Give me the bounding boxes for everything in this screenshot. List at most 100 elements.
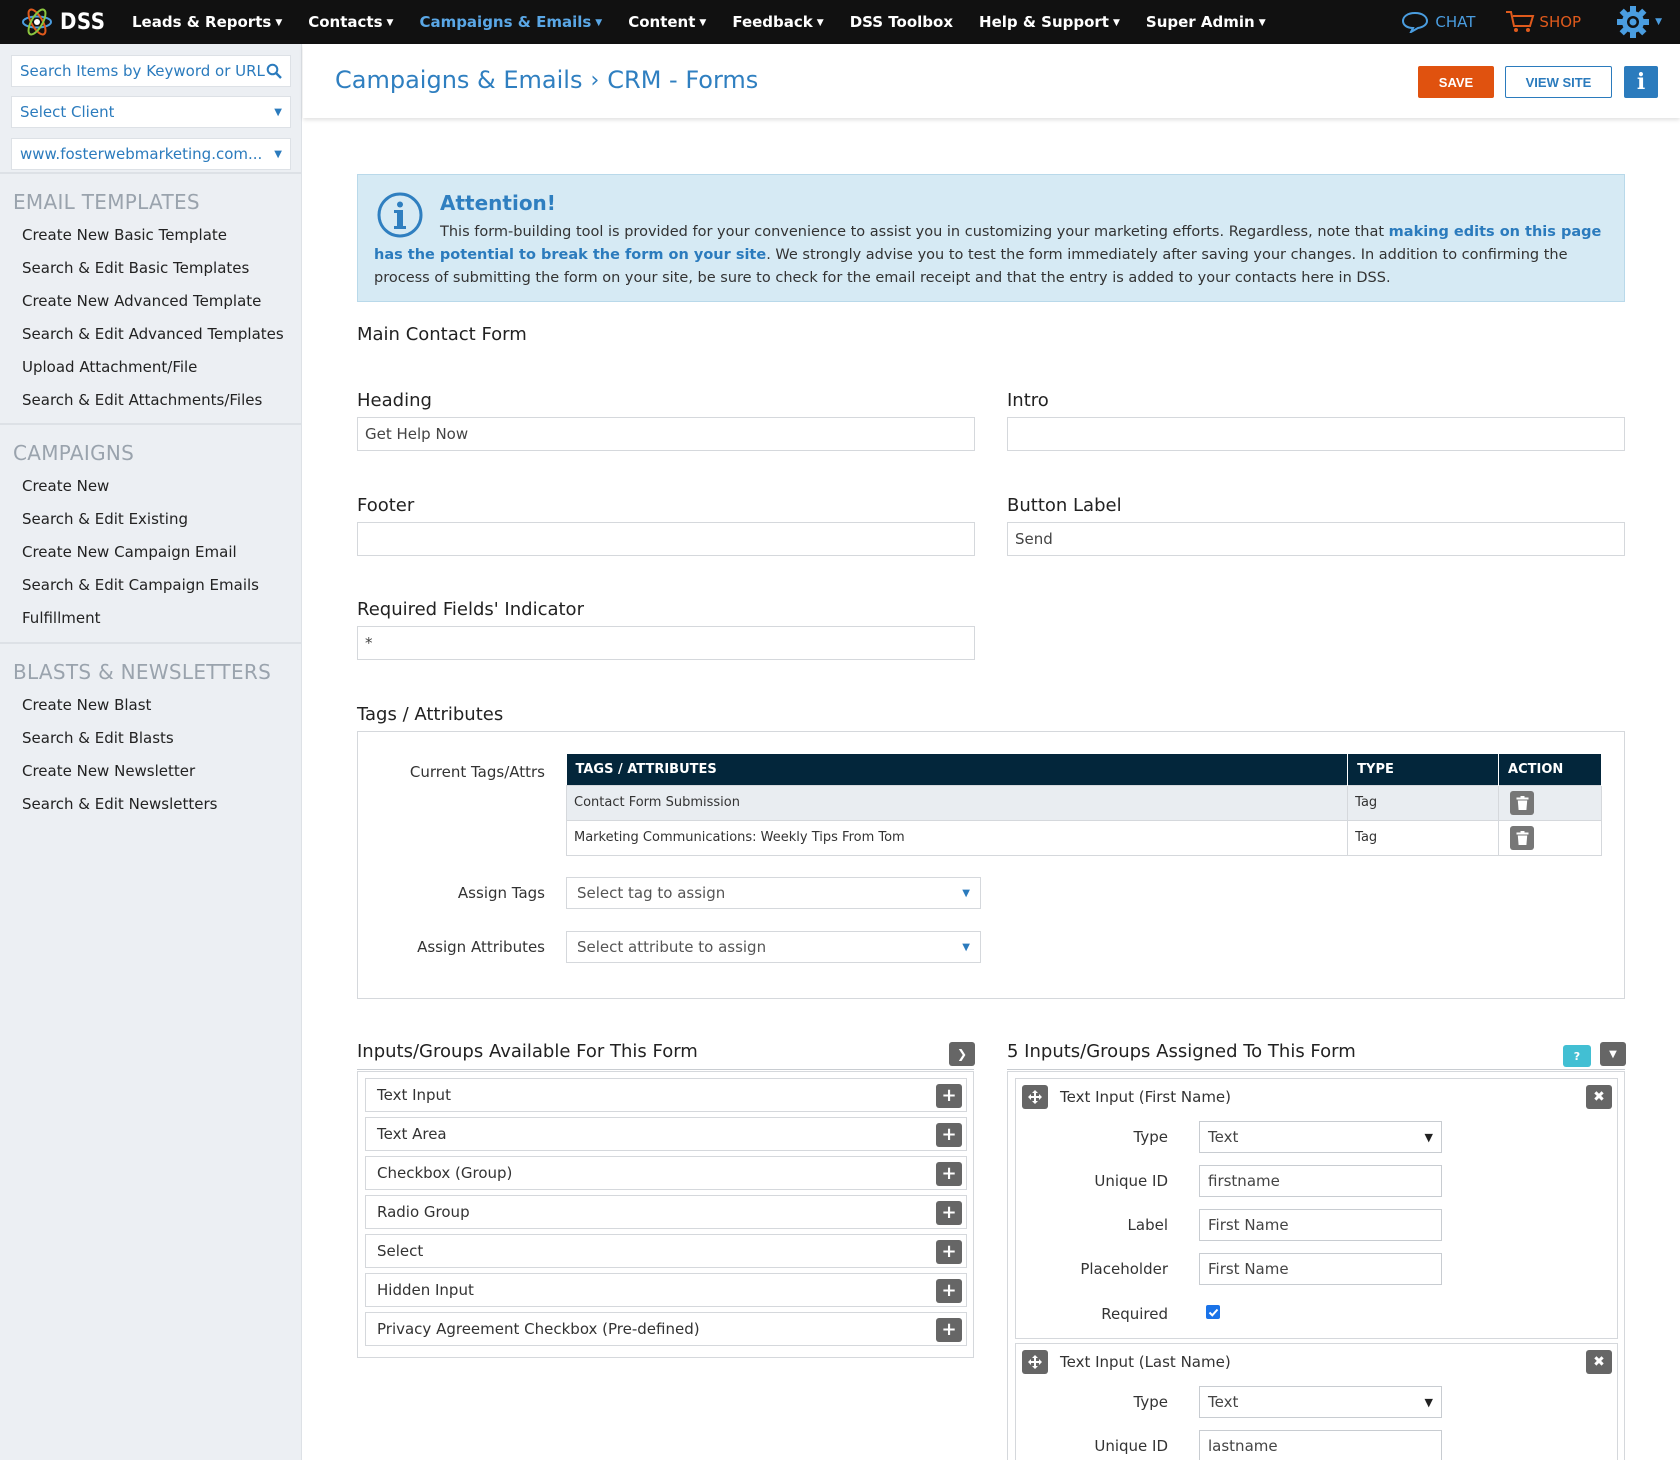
attention-alert: Attention! This form-building tool is pr… (357, 174, 1625, 302)
save-button[interactable]: SAVE (1418, 66, 1494, 98)
add-input-button[interactable]: + (936, 1240, 962, 1264)
type-label: Type (1133, 1128, 1168, 1146)
assign-attributes-label: Assign Attributes (417, 938, 545, 956)
sidebar-link[interactable]: Create New Basic Template (22, 226, 227, 244)
top-nav: DSS Leads & Reports ▼ Contacts ▼ Campaigns &… (0, 0, 1680, 44)
nav-menu-item[interactable]: Leads & Reports ▼ (132, 13, 282, 31)
assign-tags-placeholder: Select tag to assign (577, 884, 726, 902)
available-input-label: Text Area (377, 1125, 447, 1143)
sidebar-link[interactable]: Upload Attachment/File (22, 358, 197, 376)
sidebar-link[interactable]: Search & Edit Advanced Templates (22, 325, 284, 343)
shop-button[interactable]: SHOP (1505, 10, 1581, 34)
nav-menu-item[interactable]: Super Admin ▼ (1146, 13, 1266, 31)
view-site-button[interactable]: VIEW SITE (1505, 66, 1612, 98)
column-header: TYPE (1347, 754, 1500, 785)
add-input-button[interactable]: + (936, 1201, 962, 1225)
available-input-item: Privacy Agreement Checkbox (Pre-defined)… (365, 1312, 967, 1346)
drag-handle[interactable] (1022, 1350, 1048, 1374)
help-button[interactable]: ? (1563, 1045, 1591, 1067)
type-select[interactable]: Text ▼ (1199, 1121, 1442, 1153)
sidebar-link[interactable]: Search & Edit Newsletters (22, 795, 217, 813)
assign-attributes-select[interactable]: Select attribute to assign ▼ (566, 931, 981, 963)
expand-available-button[interactable]: ❯ (949, 1042, 975, 1066)
card-title: Text Input (Last Name) (1060, 1353, 1231, 1371)
assign-tags-select[interactable]: Select tag to assign ▼ (566, 877, 981, 909)
footer-input[interactable] (357, 522, 975, 556)
gear-icon (1617, 6, 1650, 38)
sidebar-link[interactable]: Create New Newsletter (22, 762, 195, 780)
sidebar-link[interactable]: Search & Edit Blasts (22, 729, 174, 747)
nav-menu-item[interactable]: Feedback ▼ (732, 13, 823, 31)
placeholder-label: Placeholder (1080, 1260, 1168, 1278)
type-select[interactable]: Text ▼ (1199, 1386, 1442, 1418)
intro-input[interactable] (1007, 417, 1625, 451)
unique-id-input[interactable]: firstname (1199, 1165, 1442, 1197)
sidebar-link[interactable]: Search & Edit Attachments/Files (22, 391, 262, 409)
nav-menu-label: Help & Support (979, 13, 1109, 31)
add-input-button[interactable]: + (936, 1279, 962, 1303)
breadcrumb-parent[interactable]: Campaigns & Emails (335, 66, 582, 94)
footer-label: Footer (357, 495, 415, 516)
breadcrumb: Campaigns & Emails › CRM - Forms (335, 66, 758, 94)
required-indicator-input[interactable]: * (357, 626, 975, 660)
remove-input-button[interactable]: ✖ (1586, 1085, 1612, 1109)
heading-input[interactable]: Get Help Now (357, 417, 975, 451)
nav-menu-item[interactable]: Help & Support ▼ (979, 13, 1120, 31)
trash-icon (1516, 830, 1529, 845)
settings-menu[interactable]: ▼ (1615, 4, 1662, 40)
placeholder-input[interactable]: First Name (1199, 1253, 1442, 1285)
unique-id-input[interactable]: lastname (1199, 1430, 1442, 1460)
sidebar-link[interactable]: Create New Campaign Email (22, 543, 237, 561)
table-row: Contact Form Submission Tag (565, 784, 1602, 821)
info-button[interactable]: i (1624, 66, 1658, 98)
collapse-assigned-button[interactable]: ▼ (1600, 1042, 1626, 1066)
sidebar-link[interactable]: Fulfillment (22, 609, 101, 627)
nav-menu-item[interactable]: Campaigns & Emails ▼ (419, 13, 602, 31)
current-tags-label: Current Tags/Attrs (409, 763, 545, 781)
chevron-down-icon: ▼ (275, 18, 283, 28)
delete-tag-button[interactable] (1510, 790, 1535, 815)
dss-logo[interactable]: DSS (20, 6, 110, 38)
sidebar-link[interactable]: Search & Edit Basic Templates (22, 259, 249, 277)
main-menu: Leads & Reports ▼ Contacts ▼ Campaigns & Ema… (132, 0, 1292, 44)
nav-menu-label: Leads & Reports (132, 13, 272, 31)
chat-button[interactable]: CHAT (1401, 11, 1475, 33)
sidebar-link[interactable]: Search & Edit Campaign Emails (22, 576, 259, 594)
available-input-label: Radio Group (377, 1203, 470, 1221)
sidebar-link[interactable]: Create New Advanced Template (22, 292, 261, 310)
nav-menu-item[interactable]: Contacts ▼ (308, 13, 393, 31)
available-input-item: Radio Group + (365, 1195, 967, 1229)
unique-id-label: Unique ID (1094, 1437, 1168, 1455)
sidebar-link[interactable]: Create New (22, 477, 109, 495)
nav-menu-label: Super Admin (1145, 13, 1255, 31)
sidebar-search-input[interactable]: Search Items by Keyword or URL (11, 55, 291, 87)
required-checkbox[interactable] (1206, 1305, 1220, 1319)
available-input-label: Privacy Agreement Checkbox (Pre-defined) (377, 1320, 700, 1338)
remove-input-button[interactable]: ✖ (1586, 1350, 1612, 1374)
delete-tag-button[interactable] (1510, 825, 1535, 850)
sidebar-link[interactable]: Search & Edit Existing (22, 510, 188, 528)
tag-type-cell: Tag (1347, 784, 1500, 821)
button-label-input[interactable]: Send (1007, 522, 1625, 556)
site-select[interactable]: www.fosterwebmarketing.com... ▼ (11, 138, 291, 170)
nav-menu-label: Feedback (732, 13, 813, 31)
client-select[interactable]: Select Client ▼ (11, 96, 291, 128)
tag-name-cell: Contact Form Submission (565, 784, 1349, 821)
tag-action-cell (1498, 784, 1602, 821)
available-input-item: Select + (365, 1234, 967, 1268)
add-input-button[interactable]: + (936, 1123, 962, 1147)
add-input-button[interactable]: + (936, 1162, 962, 1186)
add-input-button[interactable]: + (936, 1318, 962, 1342)
sidebar-link[interactable]: Create New Blast (22, 696, 151, 714)
nav-menu-item[interactable]: DSS Toolbox (850, 13, 953, 31)
available-inputs-title: Inputs/Groups Available For This Form (357, 1041, 698, 1062)
chevron-down-icon: ▼ (595, 18, 603, 28)
move-arrows-icon (1028, 1355, 1042, 1369)
nav-menu-item[interactable]: Content ▼ (628, 13, 706, 31)
label-input[interactable]: First Name (1199, 1209, 1442, 1241)
close-icon: ✖ (1593, 1354, 1605, 1370)
tag-type-cell: Tag (1347, 819, 1500, 856)
add-input-button[interactable]: + (936, 1084, 962, 1108)
divider (1007, 1069, 1625, 1070)
drag-handle[interactable] (1022, 1085, 1048, 1109)
